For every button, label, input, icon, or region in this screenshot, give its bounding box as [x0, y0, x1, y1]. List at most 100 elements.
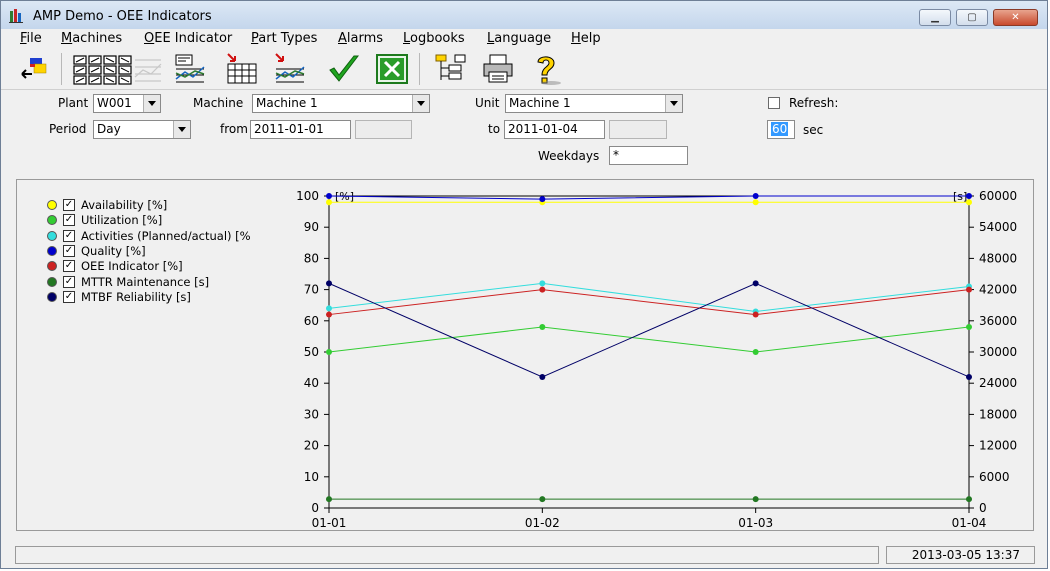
chevron-down-icon[interactable] [173, 121, 190, 138]
menu-language[interactable]: Language [487, 31, 551, 46]
status-bar: 2013-03-05 13:37 [1, 543, 1047, 568]
to-label: to [488, 122, 501, 136]
data-point [752, 199, 759, 206]
legend-checkbox[interactable]: ✓ [63, 229, 75, 242]
to-date-field[interactable]: 2011-01-04 [504, 120, 605, 139]
table-export-icon[interactable] [225, 52, 259, 86]
legend-color-dot [47, 230, 57, 241]
plant-label: Plant [58, 96, 89, 110]
toolbar [1, 49, 1047, 90]
y-tick-label-right: 18000 [979, 407, 1017, 421]
refresh-checkbox[interactable] [768, 97, 780, 109]
plant-combo-value: W001 [97, 96, 132, 110]
legend-checkbox[interactable]: ✓ [63, 275, 75, 288]
plant-combo[interactable]: W001 [93, 94, 161, 113]
data-point [539, 286, 546, 293]
chevron-down-icon[interactable] [665, 95, 682, 112]
menu-oee-indicator[interactable]: OEE Indicator [144, 31, 232, 46]
machine-label: Machine [193, 96, 244, 110]
menu-bar: File Machines OEE Indicator Part Types Alarm… [1, 29, 1047, 49]
data-point [752, 496, 759, 503]
machine-combo-value: Machine 1 [256, 96, 318, 110]
data-point [539, 196, 546, 203]
menu-alarms[interactable]: Alarms [338, 31, 383, 46]
period-combo[interactable]: Day [93, 120, 191, 139]
data-point [326, 349, 332, 355]
y-tick-label-right: 48000 [979, 251, 1017, 265]
unit-combo-value: Machine 1 [509, 96, 571, 110]
maximize-button[interactable]: ▢ [956, 9, 988, 26]
app-icon [9, 9, 23, 23]
y-tick-label-right: 42000 [979, 283, 1017, 297]
from-date-field[interactable]: 2011-01-01 [250, 120, 351, 139]
data-point [966, 373, 972, 380]
y-tick-label-left: 80 [304, 251, 319, 265]
y-tick-label-right: 6000 [979, 470, 1010, 484]
weekdays-field[interactable]: * [609, 146, 688, 165]
help-icon[interactable] [529, 52, 563, 86]
data-point [966, 324, 972, 331]
app-window: AMP Demo - OEE Indicators ▁ ▢ ✕ File Mach… [0, 0, 1048, 569]
chevron-down-icon[interactable] [412, 95, 429, 112]
data-point [966, 286, 972, 293]
data-point [326, 305, 332, 312]
y-tick-label-left: 20 [304, 439, 319, 453]
unit-combo[interactable]: Machine 1 [505, 94, 683, 113]
y-tick-label-right: 54000 [979, 220, 1017, 234]
x-tick-label: 01-04 [952, 516, 987, 530]
y-tick-label-left: 40 [304, 376, 319, 390]
legend-checkbox[interactable]: ✓ [63, 260, 75, 273]
legend-checkbox[interactable]: ✓ [63, 199, 75, 211]
title-bar: AMP Demo - OEE Indicators ▁ ▢ ✕ [1, 1, 1047, 29]
period-label: Period [49, 122, 87, 136]
tree-view-icon[interactable] [433, 52, 467, 86]
minimize-button[interactable]: ▁ [919, 9, 951, 26]
series-line [328, 282, 970, 312]
plot-frame [328, 195, 970, 509]
data-point [539, 496, 546, 503]
legend-checkbox[interactable]: ✓ [63, 214, 75, 227]
legend-checkbox[interactable]: ✓ [63, 244, 75, 257]
legend-checkbox[interactable]: ✓ [63, 290, 75, 303]
y-tick-label-right: 12000 [979, 439, 1017, 453]
data-point [752, 193, 759, 199]
from-label: from [220, 122, 248, 136]
status-datetime: 2013-03-05 13:37 [886, 546, 1035, 564]
menu-help[interactable]: Help [571, 31, 601, 46]
menu-logbooks[interactable]: Logbooks [403, 31, 465, 46]
data-point [752, 349, 759, 355]
menu-part-types[interactable]: Part Types [251, 31, 317, 46]
machine-combo[interactable]: Machine 1 [252, 94, 430, 113]
machines-grid-alt-icon[interactable] [101, 52, 135, 86]
menu-file[interactable]: File [20, 31, 42, 46]
chart-table-icon[interactable] [173, 52, 207, 86]
printer-icon[interactable] [481, 52, 515, 86]
refresh-label: Refresh: [789, 96, 839, 110]
legend-label: Utilization [%] [81, 213, 163, 228]
window-title: AMP Demo - OEE Indicators [33, 9, 212, 24]
to-time-field [609, 120, 667, 139]
y-tick-label-left: 0 [311, 501, 319, 515]
checkmark-icon[interactable] [327, 52, 361, 86]
data-point [326, 311, 332, 318]
oee-chart: 0 10 20 30 40 50 60 70 80 90 100 0 6000 12000 18000 240… [271, 180, 1033, 530]
chevron-down-icon[interactable] [143, 95, 160, 112]
chart-export-icon[interactable] [273, 52, 307, 86]
refresh-seconds-field[interactable]: 60 [767, 120, 795, 139]
y-tick-label-right: 0 [979, 501, 987, 515]
machines-grid-icon[interactable] [71, 52, 105, 86]
x-tick-label: 01-01 [312, 516, 347, 530]
data-point [326, 280, 332, 287]
data-point [966, 496, 972, 503]
data-point [539, 373, 546, 380]
exit-icon[interactable] [17, 52, 51, 86]
legend-label: Quality [%] [81, 243, 146, 258]
data-point [326, 496, 332, 503]
legend-color-dot [47, 261, 57, 272]
menu-machines[interactable]: Machines [61, 31, 122, 46]
excel-icon[interactable] [375, 52, 409, 86]
status-message [15, 546, 879, 564]
y-tick-label-left: 90 [304, 220, 319, 234]
y-tick-label-right: 60000 [979, 189, 1017, 203]
close-button[interactable]: ✕ [993, 9, 1038, 26]
